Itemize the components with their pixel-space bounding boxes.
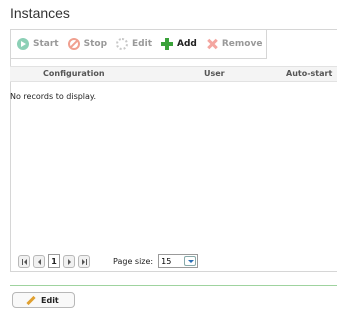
last-page-icon bbox=[82, 258, 85, 265]
column-header-user[interactable]: User bbox=[204, 69, 225, 78]
page-title: Instances bbox=[10, 5, 70, 21]
play-icon bbox=[17, 38, 29, 50]
chevron-down-icon[interactable] bbox=[184, 256, 197, 266]
edit-button[interactable]: Edit bbox=[12, 292, 75, 308]
prev-page-icon bbox=[38, 258, 41, 265]
stop-button-label: Stop bbox=[83, 39, 108, 49]
stop-button[interactable]: Stop bbox=[62, 34, 110, 54]
section-divider bbox=[10, 285, 337, 286]
edit-toolbar-button[interactable]: Edit bbox=[110, 34, 155, 54]
remove-icon bbox=[206, 38, 218, 50]
page-size-label: Page size: bbox=[113, 256, 154, 266]
edit-toolbar-button-label: Edit bbox=[132, 39, 153, 49]
first-page-bar bbox=[22, 258, 23, 265]
plus-icon bbox=[161, 38, 174, 50]
start-button[interactable]: Start bbox=[11, 34, 62, 54]
add-button[interactable]: Add bbox=[155, 34, 200, 54]
edit-button-label: Edit bbox=[41, 295, 59, 305]
last-page-bar bbox=[86, 258, 87, 265]
column-header-auto-start[interactable]: Auto-start bbox=[286, 69, 332, 78]
start-button-label: Start bbox=[33, 39, 59, 49]
first-page-icon bbox=[24, 258, 27, 265]
stop-icon bbox=[67, 38, 80, 50]
page-number[interactable]: 1 bbox=[48, 254, 60, 268]
remove-button[interactable]: Remove bbox=[200, 34, 266, 54]
prev-page-button[interactable] bbox=[33, 254, 45, 268]
grid-header: Configuration User Auto-start bbox=[10, 66, 337, 82]
page-size-select[interactable]: 15 bbox=[158, 254, 199, 268]
empty-message: No records to display. bbox=[10, 92, 97, 101]
first-page-button[interactable] bbox=[18, 254, 30, 268]
toolbar: Start Stop Edit Add Remove bbox=[10, 29, 267, 59]
gear-icon bbox=[116, 38, 129, 50]
next-page-button[interactable] bbox=[63, 254, 75, 268]
last-page-button[interactable] bbox=[78, 254, 90, 268]
pager: 1 Page size: 15 bbox=[10, 250, 337, 272]
page-size-value: 15 bbox=[161, 256, 172, 266]
remove-button-label: Remove bbox=[221, 39, 263, 49]
column-header-configuration[interactable]: Configuration bbox=[43, 69, 105, 78]
add-button-label: Add bbox=[177, 39, 197, 49]
pencil-icon bbox=[26, 295, 36, 305]
next-page-icon bbox=[68, 258, 71, 265]
